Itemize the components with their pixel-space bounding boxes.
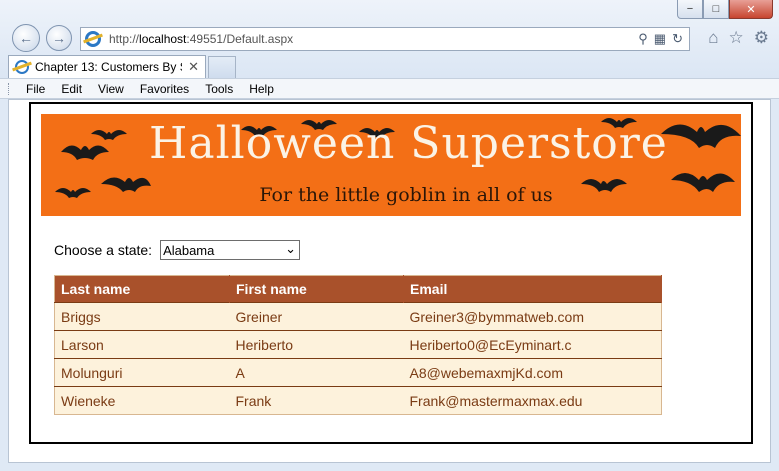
table-row: Wieneke Frank Frank@mastermaxmax.edu [54,386,662,415]
cell-email: Heriberto0@EcEyminart.c [403,330,662,359]
minimize-button[interactable]: − [677,0,703,19]
banner-subtitle: For the little goblin in all of us [259,184,553,206]
column-header-email: Email [403,275,662,303]
cell-email: Greiner3@bymmatweb.com [403,302,662,331]
cell-first-name: Heriberto [229,330,404,359]
url-host: localhost [139,32,187,46]
menu-view[interactable]: View [90,82,132,96]
search-icon[interactable]: ⚲ [638,31,648,47]
cell-email: A8@webemaxmjKd.com [403,358,662,387]
home-icon[interactable]: ⌂ [708,28,718,48]
table-row: Larson Heriberto Heriberto0@EcEyminart.c [54,330,662,359]
ie-logo-icon [85,31,101,47]
cell-last-name: Briggs [54,302,230,331]
menu-edit[interactable]: Edit [53,82,90,96]
cell-last-name: Molunguri [54,358,230,387]
tab-favicon-icon [15,60,29,74]
url-text[interactable]: http://localhost:49551/Default.aspx [109,32,293,46]
maximize-button[interactable]: □ [703,0,729,19]
cell-last-name: Larson [54,330,230,359]
halloween-banner: Halloween Superstore For the little gobl… [41,114,741,216]
compatibility-view-icon[interactable]: ▦ [654,31,666,47]
state-label: Choose a state: [54,242,153,258]
menu-help[interactable]: Help [241,82,282,96]
column-header-first-name: First name [229,275,404,303]
menu-bar: File Edit View Favorites Tools Help [0,78,779,99]
new-tab-button[interactable] [208,56,236,78]
cell-email: Frank@mastermaxmax.edu [403,386,662,415]
back-arrow-icon: ← [19,30,33,46]
url-path: :49551/Default.aspx [186,32,294,46]
browser-tab-active[interactable]: Chapter 13: Customers By S... ✕ [8,55,206,78]
table-row: Briggs Greiner Greiner3@bymmatweb.com [54,302,662,331]
banner-title: Halloween Superstore [149,118,668,169]
chevron-down-icon: ⌄ [285,241,297,256]
browser-toolbar-icons: ⌂ ☆ ⚙ [708,28,769,48]
customers-table: Last name First name Email Briggs Greine… [54,275,662,415]
page-viewport: Halloween Superstore For the little gobl… [8,99,771,463]
bats-left-icon [55,130,151,198]
toolbar-grip [8,83,11,95]
address-bar-icons: ⚲ ▦ ↻ [638,31,689,47]
tab-title: Chapter 13: Customers By S... [35,60,183,74]
browser-chrome: − □ ✕ ← → http://localhost:49551/Default… [0,0,779,78]
forward-button[interactable]: → [46,25,72,51]
state-dropdown[interactable]: Alabama ⌄ [160,240,301,260]
column-header-last-name: Last name [54,275,230,303]
refresh-icon[interactable]: ↻ [672,31,683,47]
page-container: Halloween Superstore For the little gobl… [29,102,753,444]
favorites-star-icon[interactable]: ☆ [729,28,744,48]
cell-last-name: Wieneke [54,386,230,415]
cell-first-name: A [229,358,404,387]
address-bar[interactable]: http://localhost:49551/Default.aspx ⚲ ▦ … [80,27,690,51]
menu-file[interactable]: File [18,82,53,96]
state-selected-value: Alabama [163,242,215,258]
menu-favorites[interactable]: Favorites [132,82,197,96]
table-header-row: Last name First name Email [54,275,662,303]
close-window-button[interactable]: ✕ [729,0,773,19]
table-row: Molunguri A A8@webemaxmjKd.com [54,358,662,387]
cell-first-name: Greiner [229,302,404,331]
settings-gear-icon[interactable]: ⚙ [754,28,769,48]
state-chooser: Choose a state: Alabama ⌄ [54,240,301,260]
url-scheme: http:// [109,32,140,46]
cell-first-name: Frank [229,386,404,415]
back-button[interactable]: ← [12,24,40,52]
window-controls: − □ ✕ [677,0,773,19]
menu-tools[interactable]: Tools [197,82,241,96]
close-tab-icon[interactable]: ✕ [188,59,199,75]
forward-arrow-icon: → [52,30,66,46]
